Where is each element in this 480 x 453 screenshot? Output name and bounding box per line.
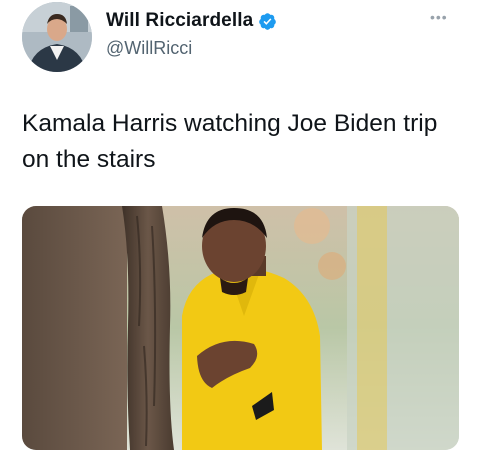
more-options-icon[interactable]: ••• (430, 10, 448, 24)
tweet-media-photo[interactable] (22, 206, 459, 450)
tweet-text: Kamala Harris watching Joe Biden trip on… (22, 110, 438, 173)
avatar-photo (22, 2, 92, 72)
verified-badge-icon (259, 12, 277, 30)
author-avatar[interactable] (22, 2, 92, 72)
author-name[interactable]: Will Ricciardella (106, 10, 253, 32)
author-handle[interactable]: @WillRicci (106, 38, 192, 59)
meme-photo (22, 206, 459, 450)
